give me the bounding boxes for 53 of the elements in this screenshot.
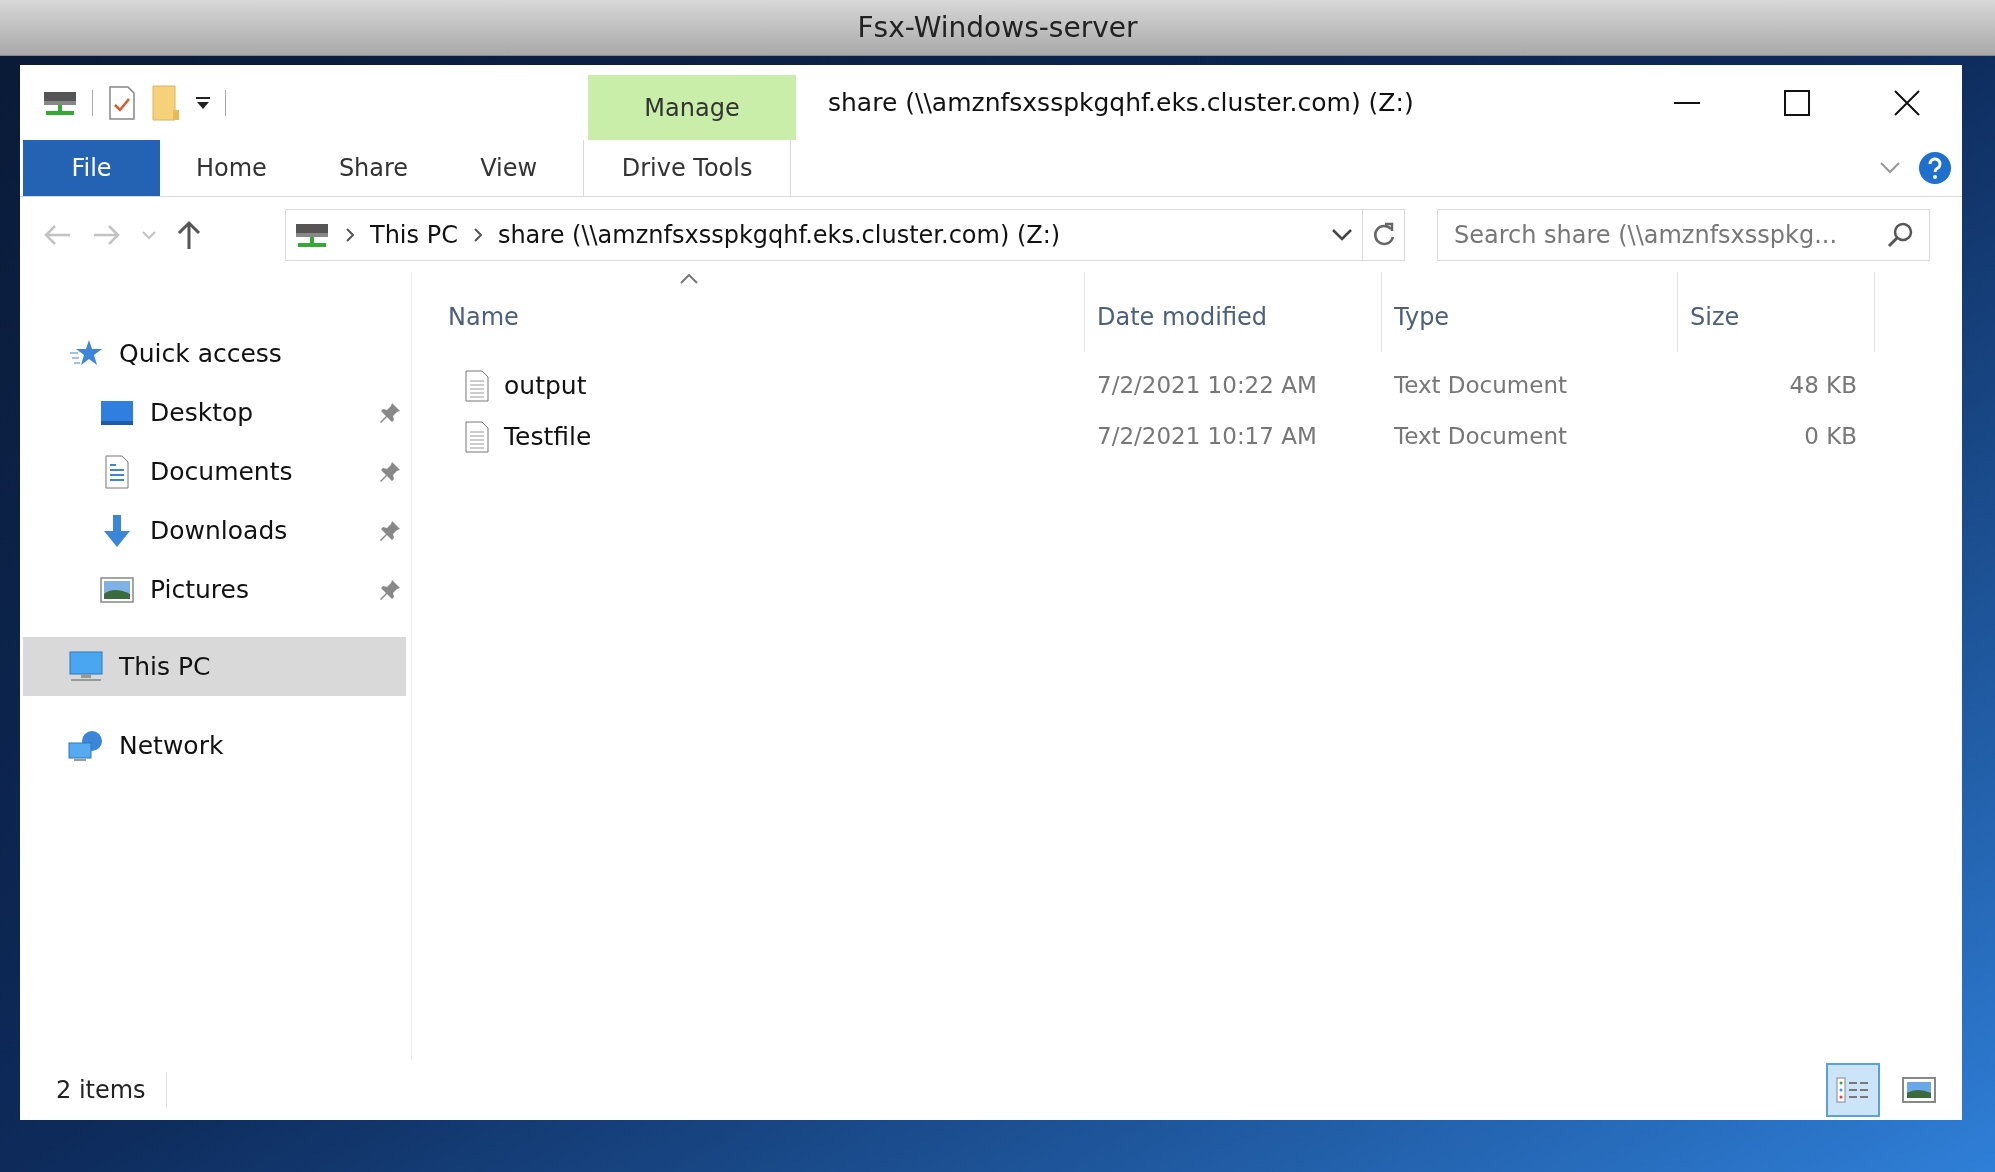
maximize-icon: [1784, 89, 1810, 116]
customize-dropdown-icon[interactable]: [195, 95, 211, 110]
details-view-button[interactable]: [1826, 1063, 1880, 1117]
column-header[interactable]: Name: [412, 272, 1085, 352]
column-header[interactable]: Size: [1678, 272, 1875, 352]
search-field[interactable]: Search share (\\amznfsxsspkg...: [1437, 208, 1930, 261]
file-name[interactable]: output: [504, 366, 587, 405]
sidebar-item[interactable]: Quick access: [23, 324, 406, 383]
search-icon: [1887, 221, 1913, 248]
ribbon-tab[interactable]: Home: [160, 140, 303, 196]
type-cell-text: Text Document: [1393, 422, 1568, 452]
close-icon: [1893, 88, 1921, 117]
properties-icon[interactable]: [107, 84, 137, 121]
help-icon[interactable]: [1918, 151, 1952, 185]
breadcrumb[interactable]: share (\\amznfsxsspkgqhf.eks.cluster.com) (Z:): [497, 216, 1061, 253]
size-cell-text: 0 KB: [1803, 422, 1858, 452]
address-dropdown-icon[interactable]: [1332, 228, 1352, 241]
file-name[interactable]: Testfile: [504, 417, 592, 456]
sidebar-item[interactable]: Pictures: [23, 560, 406, 619]
status-text: 2 items: [56, 1072, 167, 1108]
pin-icon[interactable]: [378, 518, 402, 543]
pin-icon[interactable]: [378, 400, 402, 425]
type-cell-text: Text Document: [1393, 371, 1568, 401]
text-file-icon: [464, 369, 490, 402]
ribbon-tab[interactable]: Drive Tools: [583, 140, 792, 196]
ribbon-tab[interactable]: Share: [302, 140, 445, 196]
sidebar-item[interactable]: Network: [23, 716, 406, 775]
sort-caret-icon: [680, 274, 698, 284]
chevron-right-icon: [346, 227, 354, 242]
ribbon-tab[interactable]: File: [23, 140, 160, 196]
ribbon-tab[interactable]: View: [444, 140, 574, 196]
pin-icon[interactable]: [378, 459, 402, 484]
date-modified-cell-text: 7/2/2021 10:22 AM: [1096, 371, 1318, 401]
contextual-tab-header: Manage: [588, 75, 796, 140]
chevron-right-icon: [473, 227, 482, 242]
thumbnails-view-icon: [1902, 1077, 1936, 1103]
window-title: share (\\amznfsxsspkgqhf.eks.cluster.com) (Z:): [827, 86, 1415, 119]
breadcrumb[interactable]: This PC: [370, 216, 458, 253]
column-header[interactable]: Date modified: [1085, 272, 1382, 352]
sidebar-item[interactable]: Documents: [23, 442, 406, 501]
sidebar-item[interactable]: Downloads: [23, 501, 406, 560]
column-header[interactable]: Type: [1382, 272, 1678, 352]
sidebar-item[interactable]: Desktop: [23, 383, 406, 442]
size-cell-text: 48 KB: [1788, 371, 1858, 401]
up-arrow-icon[interactable]: [176, 219, 202, 250]
details-view-icon: [1836, 1077, 1870, 1103]
address-bar[interactable]: This PC share (\\amznfsxsspkgqhf.eks.cluster.com) (Z:): [285, 208, 1405, 261]
host-window-title: Fsx-Windows-server: [857, 9, 1138, 46]
text-file-icon: [464, 420, 490, 453]
date-modified-cell-text: 7/2/2021 10:17 AM: [1096, 422, 1318, 452]
expand-ribbon-icon[interactable]: [1880, 162, 1900, 174]
sidebar-item[interactable]: This PC: [23, 637, 406, 696]
pin-icon[interactable]: [378, 577, 402, 602]
